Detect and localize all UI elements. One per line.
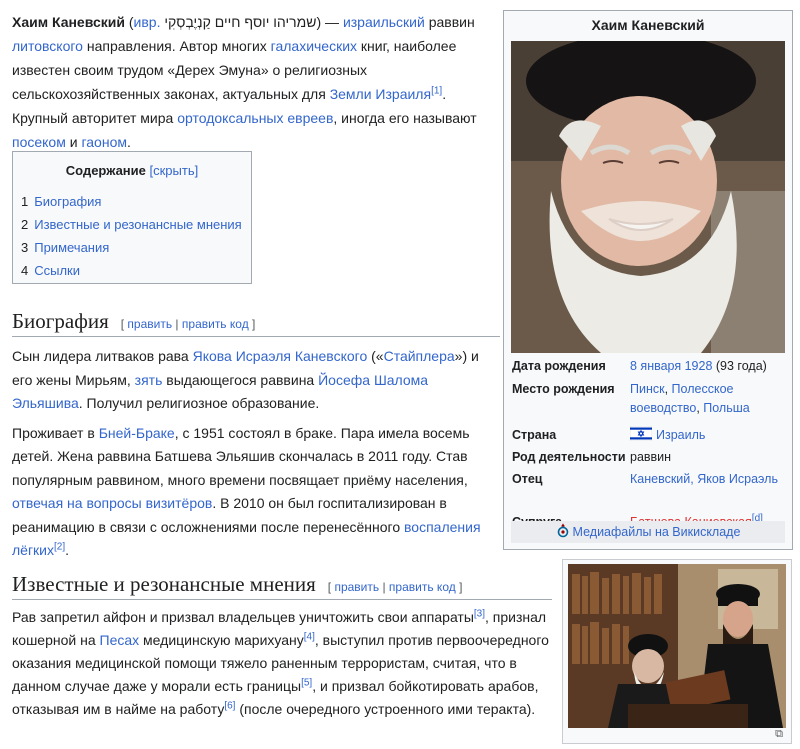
wikimedia-commons-icon [557,523,568,538]
infobox-row-country: Страна Израиль [512,425,706,442]
magnify-icon[interactable]: ⧉ [775,728,783,741]
link-steipler[interactable]: Стайплера [384,348,455,364]
thumbnail-photo[interactable] [568,564,786,728]
commons-media-link[interactable]: Медиафайлы на Викискладе [511,521,785,543]
toc-title: Содержание [65,163,146,178]
section-edit-links: [ править | править код ] [327,580,463,594]
section-heading-biography: Биография[ править | править код ] [12,309,500,337]
link-father[interactable]: Каневский, Яков Исраэль [630,472,778,486]
ref-2[interactable]: [2] [54,541,65,552]
toc-item[interactable]: 4 Ссылки [21,261,251,284]
link-poland[interactable]: Польша [703,401,749,415]
paragraph: Сын лидера литваков рава Якова Исраэля К… [12,348,479,411]
infobox-row-occupation: Род деятельности раввин [512,450,672,464]
link-orthodox-jews[interactable]: ортодоксальных евреев [177,110,333,126]
link-birth-date[interactable]: 8 января 1928 [630,359,712,373]
biography-section: Сын лидера литваков рава Якова Исраэля К… [12,345,502,569]
lead-paragraph: Хаим Каневский (ивр. שמריהו יוסף חיים קַ… [12,14,477,150]
link-land-of-israel[interactable]: Земли Израиля [330,86,431,102]
ref-1[interactable]: [1] [431,85,442,96]
paragraph: Рав запретил айфон и призвал владельцев … [12,608,549,717]
ref-3[interactable]: [3] [474,608,485,619]
section-edit-links: [ править | править код ] [120,317,256,331]
table-of-contents: Содержание [скрыть] 1 Биография 2 Известны… [12,151,252,284]
infobox: Хаим Каневский Дата рождения 8 января 19… [503,10,793,550]
toc-item[interactable]: 3 Примечания [21,238,251,261]
opinions-section: Рав запретил айфон и призвал владельцев … [12,606,552,721]
commons-link[interactable]: Медиафайлы на Викискладе [573,525,741,539]
infobox-title: Хаим Каневский [591,17,705,33]
edit-link[interactable]: править [334,580,379,594]
section-heading-opinions: Известные и резонансные мнения[ править … [12,572,552,600]
toc-list: 1 Биография 2 Известные и резонансные мнен… [13,192,251,284]
link-pesach[interactable]: Песах [100,632,140,648]
link-halachic[interactable]: галахических [271,38,357,54]
link-yaakov-kanievsky[interactable]: Якова Исраэля Каневского [193,348,368,364]
infobox-rows: Дата рождения 8 января 1928 (93 года) Ме… [512,357,784,535]
edit-link[interactable]: править [127,317,172,331]
infobox-row-birth-date: Дата рождения 8 января 1928 (93 года) [512,359,767,373]
link-gaon[interactable]: гаоном [81,134,127,150]
paragraph: Проживает в Бней-Браке, с 1951 состоял в… [12,424,481,559]
edit-code-link[interactable]: править код [182,317,249,331]
thumbnail-figure: ⧉ [562,559,792,744]
ref-5[interactable]: [5] [301,677,312,688]
link-israeli[interactable]: израильский [343,14,425,30]
link-israel[interactable]: Израиль [656,428,705,442]
ref-4[interactable]: [4] [304,631,315,642]
infobox-row-father: Отец Каневский, Яков Исраэль [512,472,778,486]
link-pinsk[interactable]: Пинск [630,382,665,396]
israel-flag-icon [629,425,653,442]
link-lithuanian[interactable]: литовского [12,38,83,54]
ref-6[interactable]: [6] [224,700,235,711]
edit-code-link[interactable]: править код [389,580,456,594]
portrait-photo[interactable] [511,41,785,353]
article-subject: Хаим Каневский [12,14,125,30]
toc-item[interactable]: 2 Известные и резонансные мнения [21,215,251,238]
toc-header: Содержание [скрыть] [13,163,251,178]
link-posek[interactable]: посеком [12,134,66,150]
hebrew-name: שמריהו יוסף חיים קַנְיֶבְסְקִי [160,14,317,30]
link-answering-questions[interactable]: отвечая на вопросы визитёров [12,495,212,511]
link-son-in-law[interactable]: зять [135,372,163,388]
toc-hide-link[interactable]: [скрыть] [150,163,199,178]
link-hebrew-lang[interactable]: ивр. [134,14,161,30]
infobox-row-birth-place: Место рождения Пинск, Полесское воеводст… [512,382,750,415]
link-bnei-brak[interactable]: Бней-Браке [99,425,175,441]
toc-item[interactable]: 1 Биография [21,192,251,215]
